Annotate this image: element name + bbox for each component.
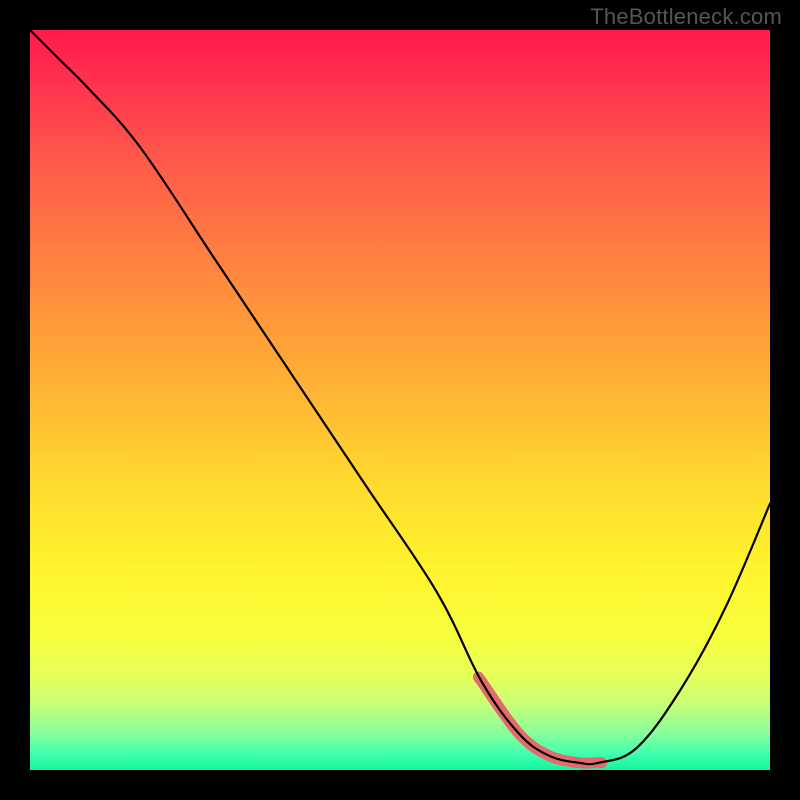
- bottleneck-curve: [30, 30, 770, 764]
- chart-frame: TheBottleneck.com: [0, 0, 800, 800]
- plot-area: [30, 30, 770, 770]
- watermark-text: TheBottleneck.com: [590, 4, 782, 30]
- chart-svg: [30, 30, 770, 770]
